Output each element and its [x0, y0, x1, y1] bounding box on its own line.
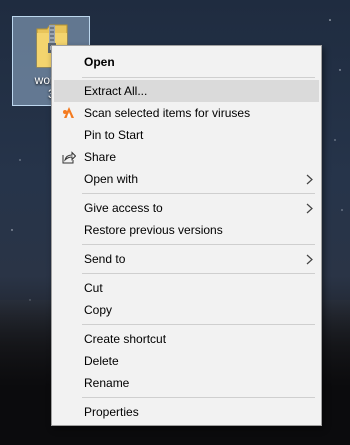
- menu-item-label: Properties: [84, 405, 139, 419]
- menu-separator: [82, 193, 315, 194]
- menu-item-label: Give access to: [84, 201, 163, 215]
- chevron-right-icon: [299, 254, 319, 265]
- menu-item-give-access-to[interactable]: Give access to: [54, 197, 319, 219]
- menu-item-label: Cut: [84, 281, 103, 295]
- menu-item-label: Restore previous versions: [84, 223, 223, 237]
- context-menu: Open Extract All... Scan selected items …: [51, 45, 322, 426]
- menu-item-delete[interactable]: Delete: [54, 350, 319, 372]
- menu-item-label: Open with: [84, 172, 139, 186]
- menu-item-label: Create shortcut: [84, 332, 167, 346]
- menu-item-label: Share: [84, 150, 117, 164]
- menu-separator: [82, 244, 315, 245]
- menu-item-pin-to-start[interactable]: Pin to Start: [54, 124, 319, 146]
- menu-item-label: Scan selected items for viruses: [84, 106, 251, 120]
- menu-item-copy[interactable]: Copy: [54, 299, 319, 321]
- menu-item-cut[interactable]: Cut: [54, 277, 319, 299]
- menu-separator: [82, 273, 315, 274]
- share-icon: [62, 150, 76, 163]
- menu-item-properties[interactable]: Properties: [54, 401, 319, 423]
- menu-separator: [82, 397, 315, 398]
- menu-item-label: Extract All...: [84, 84, 148, 98]
- menu-separator: [82, 324, 315, 325]
- menu-item-label: Open: [84, 55, 115, 69]
- chevron-right-icon: [299, 174, 319, 185]
- avast-icon: [63, 107, 74, 118]
- menu-item-label: Copy: [84, 303, 113, 317]
- menu-item-open[interactable]: Open: [54, 51, 319, 73]
- menu-item-open-with[interactable]: Open with: [54, 168, 319, 190]
- menu-item-restore-previous-versions[interactable]: Restore previous versions: [54, 219, 319, 241]
- menu-item-label: Send to: [84, 252, 126, 266]
- menu-item-create-shortcut[interactable]: Create shortcut: [54, 328, 319, 350]
- menu-separator: [82, 77, 315, 78]
- chevron-right-icon: [299, 203, 319, 214]
- menu-item-extract-all[interactable]: Extract All...: [54, 80, 319, 102]
- menu-item-label: Delete: [84, 354, 119, 368]
- menu-item-send-to[interactable]: Send to: [54, 248, 319, 270]
- menu-item-share[interactable]: Share: [54, 146, 319, 168]
- menu-item-label: Pin to Start: [84, 128, 144, 142]
- menu-item-label: Rename: [84, 376, 130, 390]
- menu-item-rename[interactable]: Rename: [54, 372, 319, 394]
- menu-item-scan-viruses[interactable]: Scan selected items for viruses: [54, 102, 319, 124]
